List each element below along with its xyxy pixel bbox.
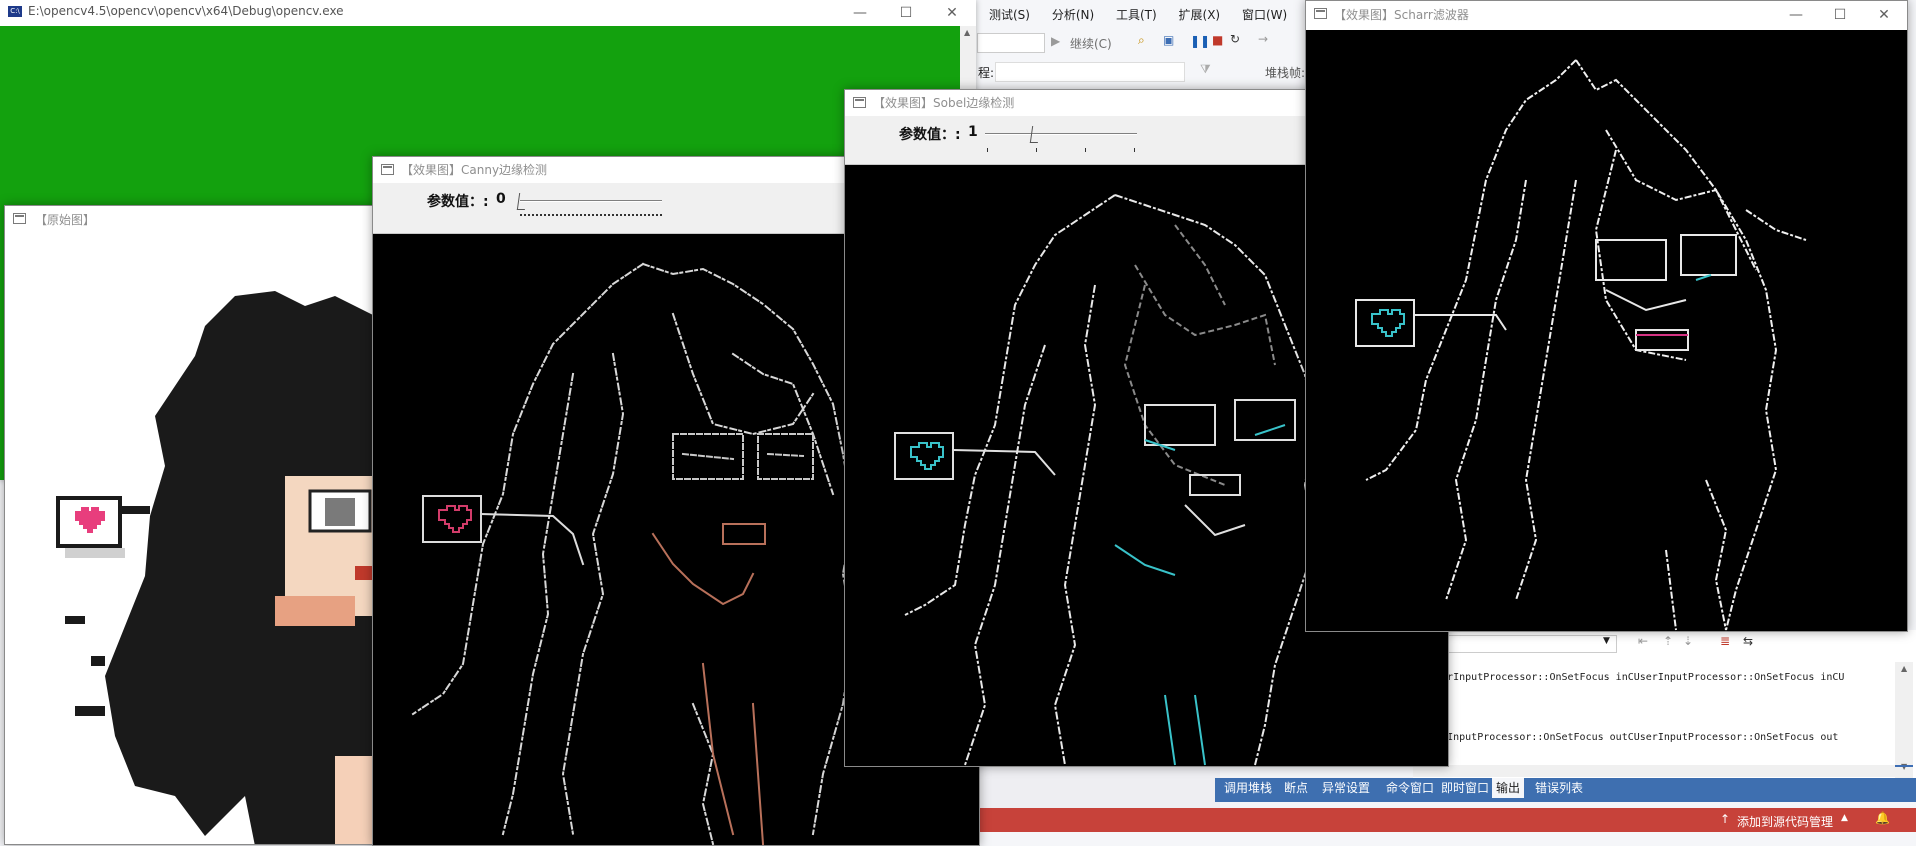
close-button[interactable]: ✕: [930, 0, 974, 26]
dropdown-arrow-icon: ▼: [1603, 636, 1610, 646]
sobel-param-label: 参数值：:: [899, 127, 961, 143]
config-dropdown[interactable]: [977, 33, 1045, 53]
canny-face-edges: [672, 433, 814, 480]
stack-frame-label: 堆栈帧:: [1265, 66, 1306, 80]
output-line: CUserInputProcessor::OnSetFocus outCUser…: [1417, 732, 1839, 743]
source-control-arrow-icon: ▲: [1841, 813, 1848, 823]
word-wrap-icon[interactable]: ≣: [1720, 634, 1730, 648]
sobel-trackbar[interactable]: [981, 122, 1141, 156]
close-button[interactable]: ✕: [1862, 2, 1906, 28]
canny-skin-edges: [651, 523, 766, 845]
process-label: 程:: [978, 66, 995, 80]
scharr-hair-edges: [1365, 59, 1807, 631]
tab-immediate-window[interactable]: 即时窗口: [1437, 778, 1493, 798]
canny-hair-edges: [411, 262, 855, 845]
scharr-title-bar: 【效果图】Scharr滤波器 — ☐ ✕: [1306, 1, 1907, 29]
scharr-heart-bubble: [1355, 299, 1507, 347]
continue-button[interactable]: 继续(C): [1070, 35, 1112, 52]
restart-icon[interactable]: ↻: [1230, 32, 1240, 46]
menu-window[interactable]: 窗口(W): [1242, 8, 1287, 22]
clear-output-icon[interactable]: ⇤: [1638, 634, 1648, 648]
step-icon[interactable]: →: [1258, 32, 1268, 46]
original-title-bar: 【原始图】: [5, 206, 403, 234]
sobel-hair-edges: [904, 194, 1317, 766]
menu-tools[interactable]: 工具(T): [1116, 8, 1157, 22]
canny-title: 【效果图】Canny边缘检测: [401, 163, 548, 177]
window-app-icon: [1314, 8, 1327, 19]
console-title-bar: C:\ E:\opencv4.5\opencv\opencv\x64\Debug…: [0, 0, 976, 24]
tab-exception-settings[interactable]: 异常设置: [1318, 778, 1374, 798]
tab-call-stack[interactable]: 调用堆栈: [1220, 778, 1276, 798]
window-app-icon: [853, 97, 866, 108]
notification-bell-icon[interactable]: 🔔: [1875, 811, 1890, 825]
goto-previous-icon[interactable]: ⇡: [1663, 634, 1673, 648]
tab-breakpoints[interactable]: 断点: [1280, 778, 1312, 798]
vs-status-bar: ↑ 添加到源代码管理 ▲ 🔔: [975, 808, 1916, 832]
output-panel: ▼ ⇤ ⇡ ⇣ ≣ ⇆ tCUserInputProcessor::OnSetF…: [1413, 630, 1916, 780]
maximize-button[interactable]: ☐: [884, 0, 928, 26]
canny-param-value: 0: [496, 191, 506, 207]
vs-menu-bar: 测试(S) 分析(N) 工具(T) 扩展(X) 窗口(W) 帮: [989, 6, 1339, 23]
menu-analyze[interactable]: 分析(N): [1052, 8, 1094, 22]
canny-heart-bubble: [422, 495, 585, 566]
menu-extensions[interactable]: 扩展(X): [1179, 8, 1221, 22]
output-hscrollbar[interactable]: [1413, 765, 1895, 777]
menu-test[interactable]: 测试(S): [989, 8, 1030, 22]
maximize-button[interactable]: ☐: [1818, 2, 1862, 28]
tab-command-window[interactable]: 命令窗口: [1382, 778, 1438, 798]
output-text: tCUserInputProcessor::OnSetFocus inCUser…: [1417, 672, 1895, 772]
editor-gray-area: [975, 760, 1220, 808]
sobel-face-edges: [1144, 399, 1296, 537]
sobel-title: 【效果图】Sobel边缘检测: [873, 96, 1015, 110]
original-window: 【原始图】: [4, 205, 404, 845]
source-control-icon: ↑: [1720, 812, 1731, 826]
pause-icon[interactable]: ❚❚: [1190, 34, 1210, 48]
scharr-result-image: [1306, 30, 1907, 631]
canny-trackbar-thumb[interactable]: [516, 193, 528, 210]
output-line: tCUserInputProcessor::OnSetFocus inCUser…: [1417, 672, 1845, 683]
heart-bubble: [56, 496, 150, 558]
thread-dropdown[interactable]: [995, 62, 1185, 82]
scharr-title: 【效果图】Scharr滤波器: [1334, 8, 1469, 22]
scroll-up-icon[interactable]: ▲: [964, 28, 970, 37]
original-title: 【原始图】: [35, 213, 96, 227]
console-title: E:\opencv4.5\opencv\opencv\x64\Debug\ope…: [28, 4, 344, 18]
toggle-icon[interactable]: ⇆: [1743, 634, 1753, 648]
tab-output[interactable]: 输出: [1492, 778, 1525, 798]
add-to-source-control[interactable]: 添加到源代码管理: [1737, 813, 1833, 830]
screenshot-icon[interactable]: ▣: [1163, 33, 1174, 47]
output-vscrollbar[interactable]: ▲ ▼: [1895, 662, 1913, 780]
stop-icon[interactable]: ■: [1212, 33, 1223, 47]
scharr-color-edges: [1636, 274, 1712, 336]
goto-next-icon[interactable]: ⇣: [1683, 634, 1693, 648]
window-app-icon: [13, 213, 26, 224]
scharr-window: 【效果图】Scharr滤波器 — ☐ ✕: [1305, 0, 1908, 632]
canny-trackbar[interactable]: [516, 189, 666, 219]
filter-icon[interactable]: ⧩: [1200, 62, 1211, 77]
bottom-tool-tabs: 调用堆栈 断点 异常设置 命令窗口 即时窗口 输出 错误列表: [1215, 778, 1916, 802]
original-image: [5, 236, 403, 844]
minimize-button[interactable]: —: [838, 0, 882, 26]
scharr-face-edges: [1595, 234, 1737, 351]
window-app-icon: [381, 164, 394, 175]
tab-error-list[interactable]: 错误列表: [1531, 778, 1587, 798]
sobel-param-value: 1: [968, 124, 978, 140]
minimize-button[interactable]: —: [1774, 2, 1818, 28]
sobel-trackbar-thumb[interactable]: [1029, 126, 1041, 143]
sobel-heart-bubble: [894, 432, 1056, 480]
find-icon[interactable]: ⌕: [1138, 33, 1145, 48]
continue-icon: ▶: [1051, 34, 1061, 48]
canny-param-label: 参数值：:: [427, 194, 489, 210]
console-icon: C:\: [8, 6, 22, 17]
